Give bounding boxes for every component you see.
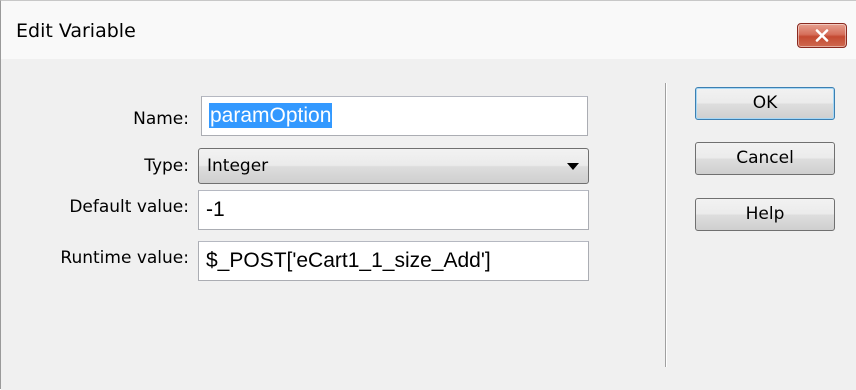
name-input[interactable]: paramOption xyxy=(201,96,588,136)
dropdown-arrow-icon xyxy=(567,163,579,170)
dialog-title: Edit Variable xyxy=(16,20,136,42)
help-button[interactable]: Help xyxy=(695,198,835,231)
type-select-value: Integer xyxy=(207,156,269,176)
title-bar[interactable]: Edit Variable xyxy=(1,1,856,60)
close-x-icon xyxy=(815,29,829,42)
type-select[interactable]: Integer xyxy=(198,148,589,184)
default-value-label: Default value: xyxy=(69,197,189,217)
runtime-value-label: Runtime value: xyxy=(60,248,189,268)
name-label: Name: xyxy=(133,109,189,129)
ok-button[interactable]: OK xyxy=(695,87,835,120)
edit-variable-dialog: Edit Variable Name: paramOption Type: In… xyxy=(0,0,856,390)
vertical-divider xyxy=(665,83,667,367)
close-button[interactable] xyxy=(797,23,847,48)
runtime-value-input[interactable]: $_POST['eCart1_1_size_Add'] xyxy=(198,241,589,281)
default-value-input[interactable]: -1 xyxy=(198,190,589,230)
type-label: Type: xyxy=(144,156,189,176)
cancel-button[interactable]: Cancel xyxy=(695,142,835,175)
name-input-selected-text: paramOption xyxy=(209,103,333,128)
